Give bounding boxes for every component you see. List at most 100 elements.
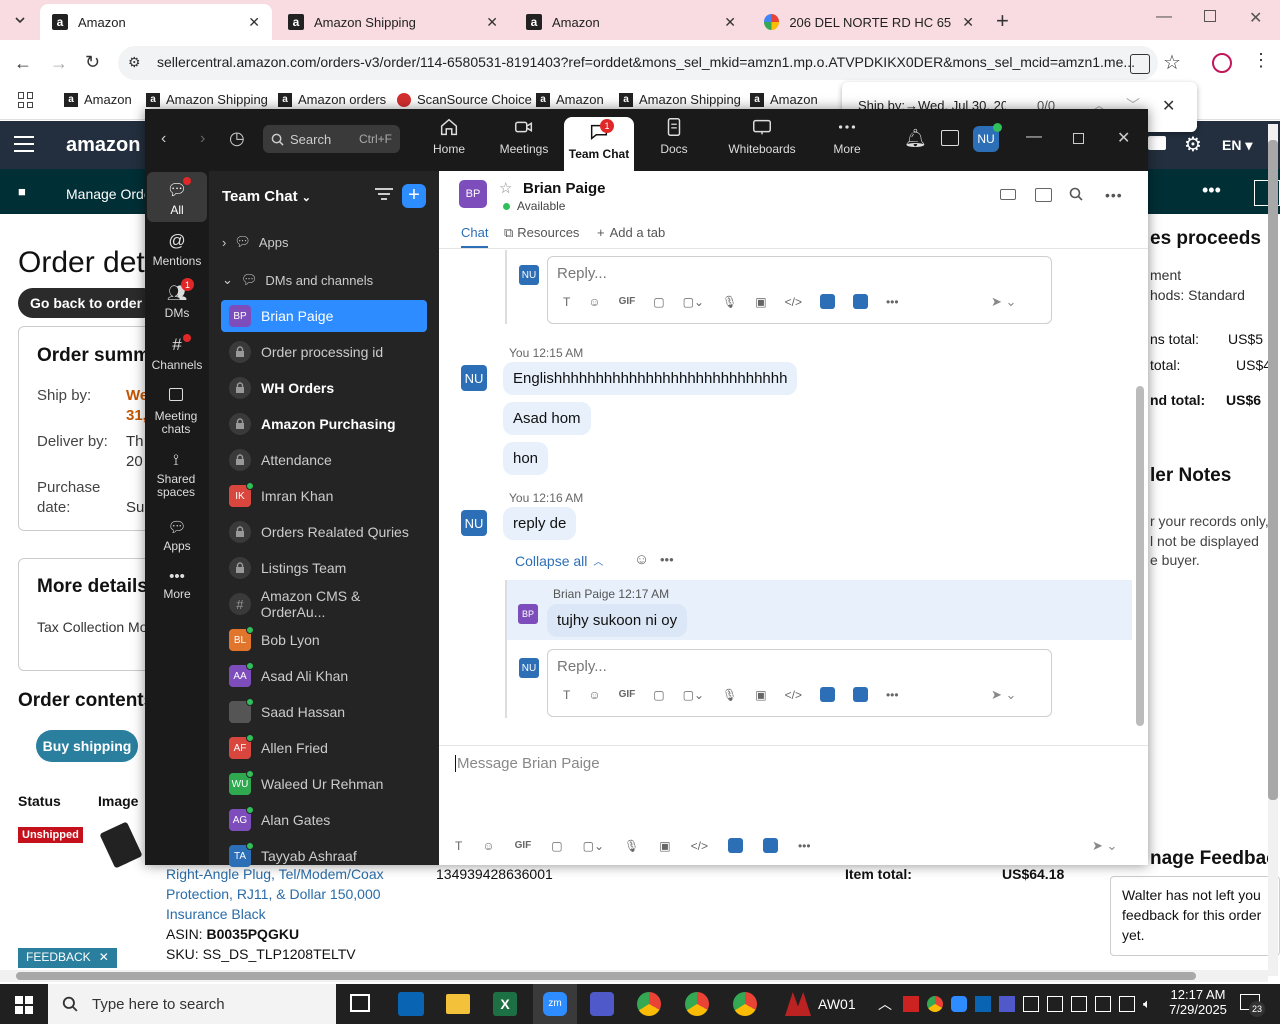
- zoom-close-icon[interactable]: ✕: [1117, 128, 1130, 148]
- close-tab-icon[interactable]: ✕: [962, 14, 974, 31]
- hamburger-menu-icon[interactable]: [14, 136, 34, 152]
- contact-name[interactable]: Brian Paige: [523, 180, 606, 197]
- tab-chat[interactable]: Chat: [461, 225, 489, 248]
- close-tab-icon[interactable]: ✕: [724, 14, 736, 31]
- chat-list-item[interactable]: AA Asad Ali Khan: [221, 660, 427, 692]
- message-more-icon[interactable]: •••: [660, 552, 674, 567]
- thread-reply-box[interactable]: [547, 256, 1052, 324]
- video-message-icon[interactable]: ▣: [755, 295, 766, 309]
- device-tray-icon[interactable]: [1071, 996, 1087, 1012]
- clock[interactable]: 12:17 AM 7/29/2025: [1168, 987, 1228, 1017]
- chrome-menu-icon[interactable]: ⋮: [1252, 50, 1270, 71]
- rail-shared-spaces[interactable]: ⟟ Shared spaces: [147, 452, 205, 499]
- more-menu-icon[interactable]: •••: [1202, 180, 1221, 201]
- format-text-icon[interactable]: T: [563, 688, 570, 702]
- add-reaction-icon[interactable]: ☺: [634, 551, 649, 568]
- monitor-tray-icon[interactable]: [1119, 996, 1135, 1012]
- gif-icon[interactable]: GIF: [619, 689, 636, 700]
- reload-icon[interactable]: ↻: [85, 52, 100, 73]
- notifications-bell-icon[interactable]: 🔔︎: [904, 128, 927, 149]
- chat-list-item[interactable]: IK Imran Khan: [221, 480, 427, 512]
- chat-list-item[interactable]: Order processing id: [221, 336, 427, 368]
- microphone-icon[interactable]: 🎙︎: [722, 688, 737, 702]
- reply-input[interactable]: Reply...: [557, 658, 607, 675]
- code-icon[interactable]: </>: [691, 839, 708, 853]
- chat-list-item[interactable]: # Amazon CMS & OrderAu...: [221, 588, 427, 620]
- bookmark-item[interactable]: a Amazon: [536, 92, 604, 107]
- chat-list-item[interactable]: AG Alan Gates: [221, 804, 427, 836]
- install-app-icon[interactable]: [1130, 54, 1150, 74]
- format-text-icon[interactable]: T: [455, 839, 462, 853]
- message-bubble[interactable]: Englishhhhhhhhhhhhhhhhhhhhhhhhhhhh: [503, 362, 798, 395]
- chat-list-item[interactable]: WH Orders: [221, 372, 427, 404]
- zoom-back-icon[interactable]: ‹: [161, 130, 166, 148]
- chat-list-item[interactable]: BP Brian Paige: [221, 300, 427, 332]
- tab-search-icon[interactable]: [8, 8, 32, 32]
- mail-icon[interactable]: [1148, 136, 1166, 150]
- rail-mentions[interactable]: @ Mentions: [147, 231, 207, 268]
- restore-window-icon[interactable]: [1204, 10, 1216, 22]
- product-title-link[interactable]: Protection, RJ11, & Dollar 150,000: [166, 886, 381, 902]
- tab-docs[interactable]: Docs: [639, 116, 709, 156]
- volume-icon[interactable]: 🔈︎: [1143, 996, 1159, 1012]
- apps-grid-icon[interactable]: [18, 92, 34, 108]
- file-icon[interactable]: ▢: [653, 295, 664, 309]
- bookmark-item[interactable]: a Amazon: [750, 92, 818, 107]
- close-icon[interactable]: ✕: [99, 950, 109, 966]
- close-window-icon[interactable]: ✕: [1249, 8, 1262, 28]
- product-title-link[interactable]: Insurance Black: [166, 906, 266, 922]
- chrome-icon[interactable]: [685, 992, 709, 1016]
- rail-all[interactable]: 💬︎ All: [147, 172, 207, 222]
- format-text-icon[interactable]: T: [563, 295, 570, 309]
- chat-list-item[interactable]: TA Tayyab Ashraaf: [221, 840, 427, 872]
- excel-icon[interactable]: X: [493, 992, 517, 1016]
- network-tray-icon[interactable]: [1047, 996, 1063, 1012]
- file-icon[interactable]: ▢: [653, 688, 664, 702]
- more-icon[interactable]: •••: [886, 688, 899, 702]
- more-icon[interactable]: •••: [798, 839, 811, 853]
- settings-gear-icon[interactable]: ⚙: [1184, 132, 1202, 157]
- star-favorite-icon[interactable]: ☆: [499, 179, 512, 197]
- gif-icon[interactable]: GIF: [515, 840, 532, 851]
- bookmark-flag-icon[interactable]: ■: [18, 184, 26, 199]
- send-icon[interactable]: ➤ ⌄: [991, 294, 1016, 310]
- taskbar-search-box[interactable]: Type here to search: [48, 984, 336, 1024]
- apps-section-header[interactable]: › 💬︎ Apps: [222, 234, 289, 250]
- filter-icon[interactable]: [375, 188, 393, 202]
- bookmark-item[interactable]: ScanSource Choice: [397, 92, 532, 107]
- site-info-icon[interactable]: ⚙: [128, 54, 141, 71]
- gif-icon[interactable]: GIF: [619, 296, 636, 307]
- rail-meeting-chats[interactable]: Meeting chats: [147, 388, 205, 436]
- add-tab-button[interactable]: + Add a tab: [597, 225, 665, 240]
- minimize-window-icon[interactable]: —: [1156, 8, 1172, 26]
- code-icon[interactable]: </>: [785, 295, 802, 309]
- emoji-icon[interactable]: ☺: [588, 295, 600, 309]
- go-back-button[interactable]: Go back to order li: [18, 288, 158, 318]
- chat-list-title[interactable]: Team Chat ⌄: [222, 188, 311, 205]
- chrome-icon[interactable]: [733, 992, 757, 1016]
- zoom-search-bar[interactable]: Search Ctrl+F: [263, 125, 400, 153]
- new-tab-icon[interactable]: +: [996, 8, 1009, 34]
- microphone-icon[interactable]: 🎙︎: [624, 839, 639, 853]
- tab-team-chat[interactable]: Team Chat 1: [564, 117, 634, 171]
- calendar-icon[interactable]: [941, 130, 959, 146]
- product-image[interactable]: [99, 821, 143, 869]
- app-icon[interactable]: [819, 294, 835, 309]
- browser-tab[interactable]: 206 DEL NORTE RD HC 65 BOX ✕: [752, 4, 986, 40]
- outlook-icon[interactable]: [398, 992, 424, 1016]
- rail-more[interactable]: ••• More: [147, 569, 207, 601]
- message-bubble[interactable]: hon: [503, 442, 549, 475]
- browser-tab[interactable]: a Amazon Shipping ✕: [276, 4, 510, 40]
- page-horizontal-scrollbar[interactable]: [0, 970, 1268, 982]
- screenshot-icon[interactable]: ▢⌄: [683, 688, 704, 702]
- zoom-minimize-icon[interactable]: —: [1026, 128, 1042, 146]
- tab-whiteboards[interactable]: Whiteboards: [727, 116, 797, 156]
- feedback-button[interactable]: FEEDBACK ✕: [18, 948, 117, 968]
- rail-apps[interactable]: 💬︎ Apps: [147, 518, 207, 553]
- page-vertical-scrollbar[interactable]: [1268, 124, 1278, 976]
- user-avatar[interactable]: NU: [973, 123, 1002, 152]
- close-tab-icon[interactable]: ✕: [486, 14, 498, 31]
- tab-meetings[interactable]: Meetings: [489, 116, 559, 156]
- bookmark-item[interactable]: a Amazon Shipping: [619, 92, 741, 107]
- back-icon[interactable]: ←: [14, 53, 32, 74]
